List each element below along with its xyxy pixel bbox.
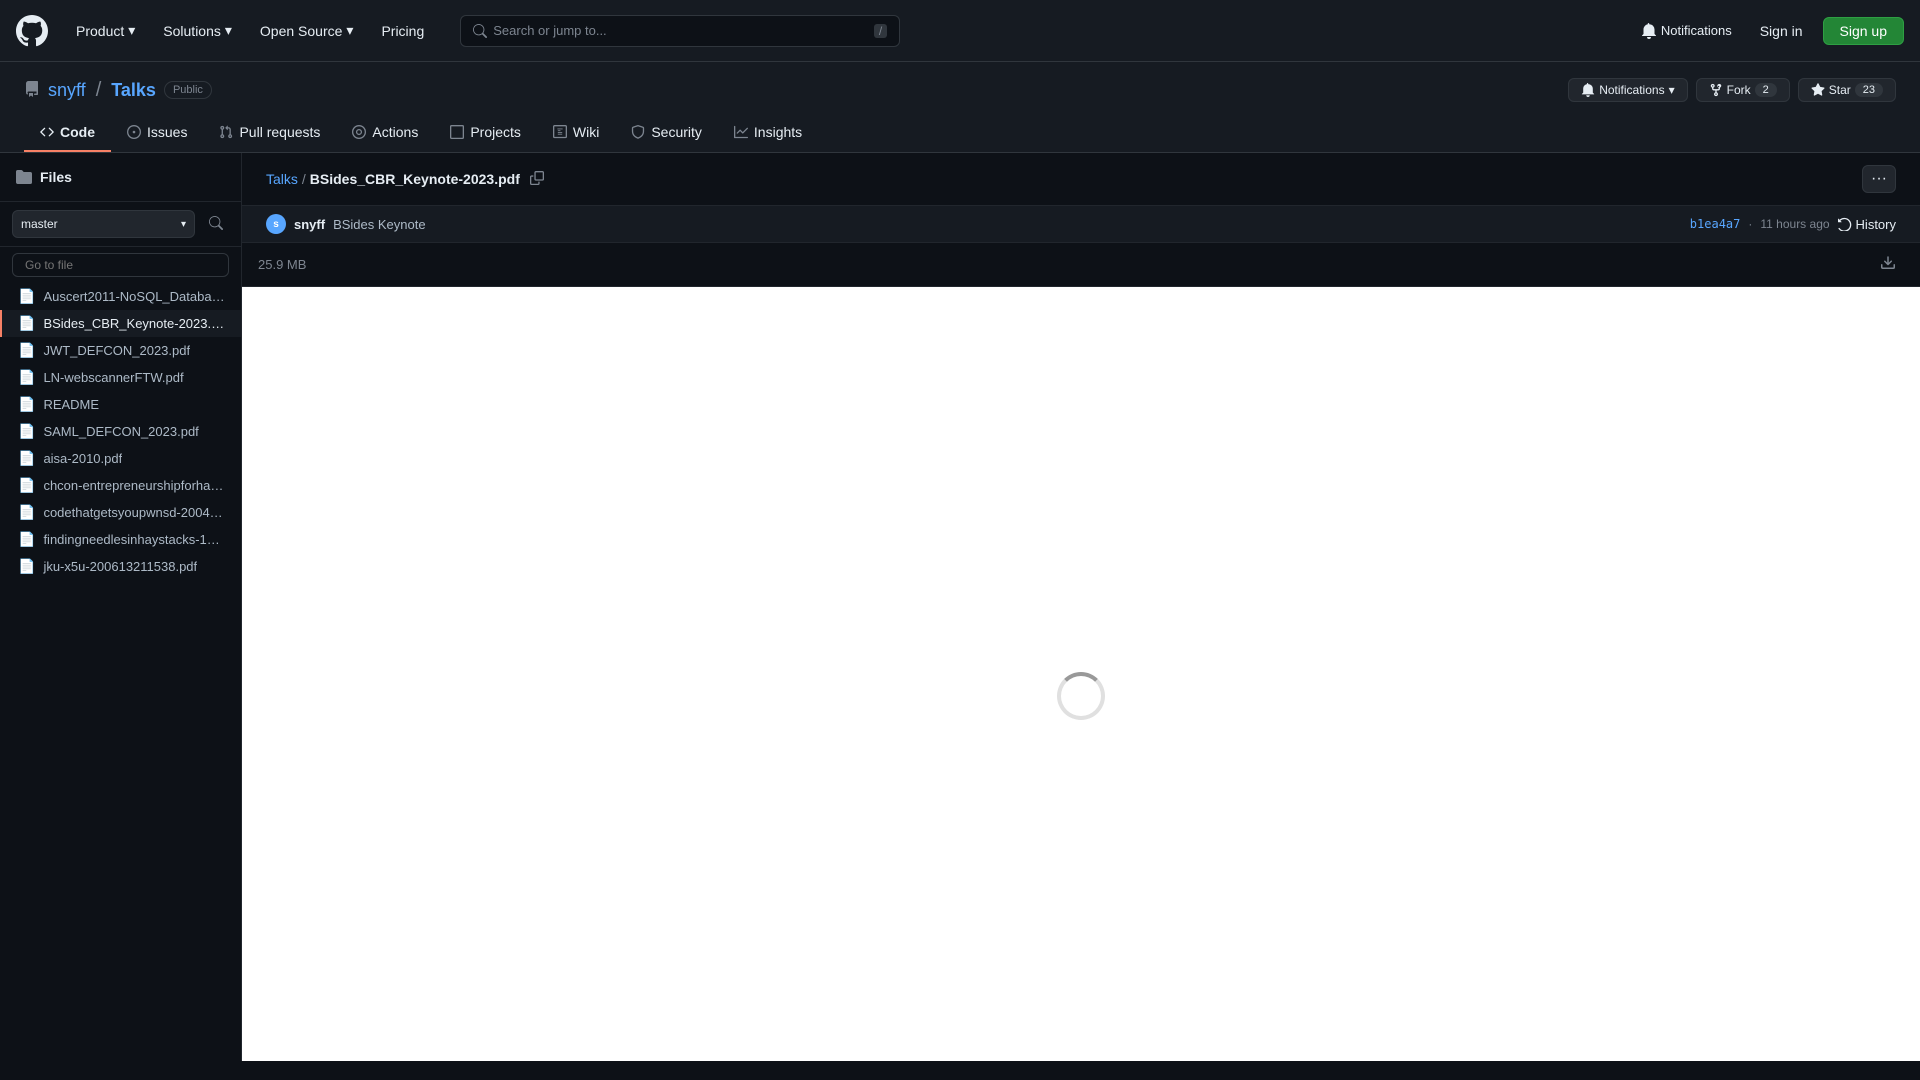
commit-timestamp: 11 hours ago bbox=[1760, 217, 1829, 231]
history-link[interactable]: History bbox=[1838, 217, 1896, 232]
star-count: 23 bbox=[1855, 83, 1883, 97]
commit-bar: s snyff BSides Keynote b1ea4a7 · 11 hour… bbox=[242, 206, 1920, 243]
repo-owner-link[interactable]: snyff bbox=[48, 80, 86, 101]
tab-security[interactable]: Security bbox=[615, 114, 718, 152]
list-item[interactable]: 📄 findingneedlesinhaystacks-1706... bbox=[0, 526, 241, 553]
nav-open-source[interactable]: Open Source ▾ bbox=[248, 16, 366, 45]
folder-icon bbox=[16, 169, 32, 185]
goto-file-input[interactable] bbox=[12, 253, 229, 277]
breadcrumb-repo-link[interactable]: Talks bbox=[266, 171, 298, 187]
file-icon: 📄 bbox=[18, 558, 35, 575]
download-button[interactable] bbox=[1872, 251, 1904, 278]
file-icon: 📄 bbox=[18, 504, 35, 521]
list-item[interactable]: 📄 README bbox=[0, 391, 241, 418]
file-icon: 📄 bbox=[18, 531, 35, 548]
file-sidebar: Files master ▾ 📄 Auscert2011-NoSQL_Datab… bbox=[0, 153, 242, 1061]
goto-file-container bbox=[0, 247, 241, 283]
repo-icon bbox=[24, 81, 40, 100]
file-icon: 📄 bbox=[18, 342, 35, 359]
commit-hash[interactable]: b1ea4a7 bbox=[1690, 217, 1741, 231]
main-content: Talks / BSides_CBR_Keynote-2023.pdf ··· … bbox=[242, 153, 1920, 1061]
repo-title-row: snyff / Talks Public Notifications ▾ For… bbox=[24, 78, 1896, 102]
list-item[interactable]: 📄 codethatgetsyoupwnsd-2004110... bbox=[0, 499, 241, 526]
sidebar-header: Files bbox=[0, 153, 241, 202]
file-icon: 📄 bbox=[18, 288, 35, 305]
file-icon: 📄 bbox=[18, 396, 35, 413]
top-nav: Product ▾ Solutions ▾ Open Source ▾ Pric… bbox=[0, 0, 1920, 62]
avatar: s bbox=[266, 214, 286, 234]
notifications-button[interactable]: Notifications bbox=[1633, 19, 1740, 43]
fork-button[interactable]: Fork 2 bbox=[1696, 78, 1790, 102]
loading-spinner bbox=[1057, 672, 1105, 720]
file-viewer: 25.9 MB bbox=[242, 243, 1920, 1061]
breadcrumb: Talks / BSides_CBR_Keynote-2023.pdf bbox=[266, 169, 1854, 190]
nav-product[interactable]: Product ▾ bbox=[64, 16, 147, 45]
file-icon: 📄 bbox=[18, 450, 35, 467]
file-icon: 📄 bbox=[18, 369, 35, 386]
list-item[interactable]: 📄 JWT_DEFCON_2023.pdf bbox=[0, 337, 241, 364]
more-options-button[interactable]: ··· bbox=[1862, 165, 1896, 193]
list-item[interactable]: 📄 LN-webscannerFTW.pdf bbox=[0, 364, 241, 391]
search-files-button[interactable] bbox=[203, 214, 229, 235]
file-list: 📄 Auscert2011-NoSQL_Database... 📄 BSides… bbox=[0, 283, 241, 1061]
tab-wiki[interactable]: Wiki bbox=[537, 114, 615, 152]
file-breadcrumb-header: Talks / BSides_CBR_Keynote-2023.pdf ··· bbox=[242, 153, 1920, 206]
main-layout: Files master ▾ 📄 Auscert2011-NoSQL_Datab… bbox=[0, 153, 1920, 1061]
file-icon: 📄 bbox=[18, 477, 35, 494]
file-icon: 📄 bbox=[18, 423, 35, 440]
sidebar-controls: master ▾ bbox=[0, 202, 241, 247]
tab-issues[interactable]: Issues bbox=[111, 114, 203, 152]
commit-time: · bbox=[1748, 217, 1752, 231]
tab-pull-requests[interactable]: Pull requests bbox=[203, 114, 336, 152]
file-size: 25.9 MB bbox=[258, 257, 306, 272]
commit-meta: b1ea4a7 · 11 hours ago History bbox=[1690, 217, 1896, 232]
breadcrumb-file: BSides_CBR_Keynote-2023.pdf bbox=[310, 171, 520, 187]
search-box[interactable]: Search or jump to... / bbox=[460, 15, 900, 47]
breadcrumb-separator: / bbox=[302, 171, 306, 187]
tab-insights[interactable]: Insights bbox=[718, 114, 818, 152]
repo-header: snyff / Talks Public Notifications ▾ For… bbox=[0, 62, 1920, 153]
copy-path-button[interactable] bbox=[524, 169, 550, 190]
notifications-area: Notifications bbox=[1633, 19, 1740, 43]
search-shortcut: / bbox=[874, 24, 887, 38]
nav-pricing[interactable]: Pricing bbox=[369, 17, 436, 45]
tab-bar: Code Issues Pull requests Actions Projec… bbox=[24, 114, 1896, 152]
file-icon: 📄 bbox=[18, 315, 35, 332]
branch-selector[interactable]: master ▾ bbox=[12, 210, 195, 238]
list-item[interactable]: 📄 Auscert2011-NoSQL_Database... bbox=[0, 283, 241, 310]
signin-button[interactable]: Sign in bbox=[1748, 18, 1815, 44]
star-button[interactable]: Star 23 bbox=[1798, 78, 1896, 102]
repo-separator: / bbox=[96, 79, 102, 102]
pdf-loading-area bbox=[242, 287, 1920, 1061]
repo-name-link[interactable]: Talks bbox=[111, 80, 156, 101]
notifications-watch-button[interactable]: Notifications ▾ bbox=[1568, 78, 1687, 102]
search-input[interactable]: Search or jump to... / bbox=[460, 15, 900, 47]
sidebar-title: Files bbox=[40, 169, 72, 185]
tab-code[interactable]: Code bbox=[24, 114, 111, 152]
fork-count: 2 bbox=[1755, 83, 1777, 97]
tab-actions[interactable]: Actions bbox=[336, 114, 434, 152]
list-item[interactable]: 📄 SAML_DEFCON_2023.pdf bbox=[0, 418, 241, 445]
repo-actions: Notifications ▾ Fork 2 Star 23 bbox=[1568, 78, 1896, 102]
list-item[interactable]: 📄 jku-x5u-200613211538.pdf bbox=[0, 553, 241, 580]
public-badge: Public bbox=[164, 81, 212, 99]
list-item[interactable]: 📄 aisa-2010.pdf bbox=[0, 445, 241, 472]
nav-links: Product ▾ Solutions ▾ Open Source ▾ Pric… bbox=[64, 16, 436, 45]
tab-projects[interactable]: Projects bbox=[434, 114, 537, 152]
nav-solutions[interactable]: Solutions ▾ bbox=[151, 16, 244, 45]
commit-message: BSides Keynote bbox=[333, 217, 426, 232]
list-item[interactable]: 📄 chcon-entrepreneurshipforhacke... bbox=[0, 472, 241, 499]
nav-right: Notifications Sign in Sign up bbox=[1633, 17, 1904, 45]
signup-button[interactable]: Sign up bbox=[1823, 17, 1904, 45]
github-logo[interactable] bbox=[16, 15, 48, 47]
commit-author: snyff bbox=[294, 217, 325, 232]
file-size-bar: 25.9 MB bbox=[242, 243, 1920, 287]
list-item[interactable]: 📄 BSides_CBR_Keynote-2023.pdf bbox=[0, 310, 241, 337]
